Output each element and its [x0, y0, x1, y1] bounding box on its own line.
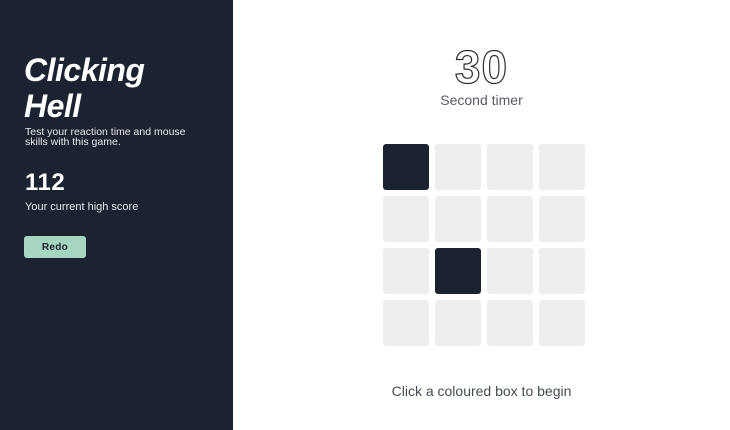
instruction-text: Click a coloured box to begin	[391, 383, 572, 399]
app-subtitle: Test your reaction time and mouse skills…	[25, 126, 186, 148]
grid-box[interactable]	[487, 248, 533, 294]
timer-value: 30	[454, 41, 509, 93]
grid-box[interactable]	[539, 300, 585, 346]
grid-box-active[interactable]	[383, 144, 429, 190]
grid-box[interactable]	[487, 300, 533, 346]
grid-box[interactable]	[487, 196, 533, 242]
grid-box[interactable]	[435, 300, 481, 346]
grid-box[interactable]	[539, 248, 585, 294]
box-grid	[383, 144, 586, 346]
grid-box[interactable]	[435, 144, 481, 190]
grid-box[interactable]	[383, 248, 429, 294]
grid-box[interactable]	[383, 196, 429, 242]
redo-button[interactable]: Redo	[24, 236, 86, 258]
grid-box[interactable]	[487, 144, 533, 190]
app-title: Clicking Hell	[24, 52, 145, 124]
grid-box[interactable]	[539, 144, 585, 190]
high-score-value: 112	[25, 169, 66, 196]
timer-label: Second timer	[440, 92, 523, 108]
high-score-label: Your current high score	[25, 201, 139, 213]
game-area: 30 Second timer Click a coloured box to …	[233, 0, 730, 430]
sidebar: Clicking Hell Test your reaction time an…	[0, 0, 233, 430]
grid-box-active[interactable]	[435, 248, 481, 294]
app: Clicking Hell Test your reaction time an…	[0, 0, 730, 430]
timer: 30 Second timer	[233, 41, 730, 108]
grid-box[interactable]	[435, 196, 481, 242]
grid-box[interactable]	[383, 300, 429, 346]
grid-box[interactable]	[539, 196, 585, 242]
